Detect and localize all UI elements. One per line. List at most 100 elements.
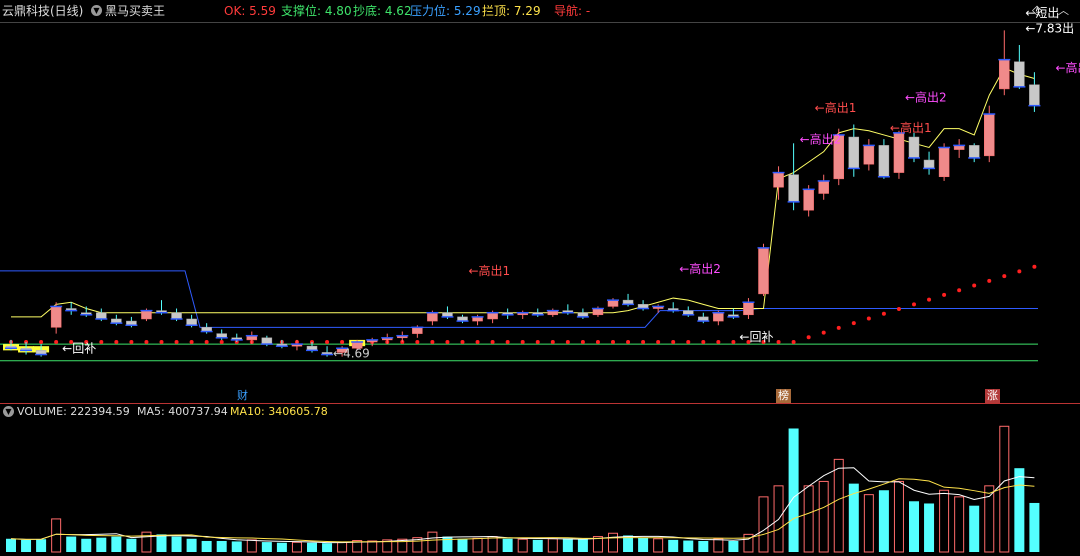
stop-dot <box>475 339 480 344</box>
stop-dot <box>701 339 706 344</box>
stop-dot <box>415 339 420 344</box>
volume-bar <box>442 536 453 552</box>
stop-dot <box>791 339 796 344</box>
candle-body <box>938 147 950 178</box>
volume-bar <box>367 540 378 553</box>
chart-annotation: ←高出2 <box>1055 60 1080 75</box>
stop-dot <box>866 316 871 321</box>
volume-bar <box>231 541 242 552</box>
volume-bar <box>758 496 769 553</box>
stop-dot <box>490 339 495 344</box>
volume-bar <box>246 539 257 553</box>
stop-dot <box>565 339 570 344</box>
stop-dot <box>219 339 224 344</box>
candle-body <box>908 136 920 159</box>
volume-bar <box>126 538 137 552</box>
candle-body <box>773 172 784 188</box>
stop-dot <box>520 339 525 344</box>
candle-body <box>713 312 724 322</box>
volume-bar <box>562 538 573 552</box>
stop-dot <box>189 339 194 344</box>
volume-bar <box>713 538 724 553</box>
candle-body <box>984 113 995 157</box>
stop-dot <box>957 288 962 293</box>
volume-bar <box>939 489 950 553</box>
stop-dot <box>671 339 676 344</box>
event-marker-cai[interactable]: 财 <box>235 389 250 403</box>
stop-dot <box>972 283 977 288</box>
volume-bar <box>261 542 272 552</box>
stop-dot <box>159 339 164 344</box>
candle-body <box>999 59 1010 90</box>
upper-band-line <box>11 67 1035 318</box>
volume-bar <box>833 458 844 553</box>
pressure-line <box>0 270 1038 328</box>
volume-bar <box>1014 468 1025 552</box>
volume-bar <box>186 538 197 552</box>
volume-bar <box>502 538 513 552</box>
stop-dot <box>144 339 149 344</box>
stop-dot <box>595 339 600 344</box>
stop-dot <box>99 339 104 344</box>
volume-bar <box>276 542 287 552</box>
volume-legend: ▼ VOLUME: 222394.59 MA5: 400737.94 MA10:… <box>0 404 1080 420</box>
stop-dot <box>325 339 330 344</box>
candle-body <box>607 299 619 307</box>
stop-dot <box>851 321 856 326</box>
volume-bar <box>156 534 167 552</box>
volume-bar <box>141 531 152 553</box>
volume-bar <box>457 538 468 552</box>
volume-bar <box>863 494 874 553</box>
stop-dot <box>114 339 119 344</box>
ma5-value: MA5: 400737.94 <box>137 405 228 418</box>
stop-dot <box>340 339 345 344</box>
stop-dot <box>1032 264 1037 269</box>
candle-body <box>758 247 769 295</box>
stop-dot <box>54 339 59 344</box>
volume-bar <box>577 539 588 552</box>
stop-dot <box>881 311 886 316</box>
volume-bar <box>803 485 814 553</box>
stop-dot <box>641 339 646 344</box>
volume-bar <box>96 537 107 552</box>
volume-bar <box>728 540 739 552</box>
volume-bar <box>969 505 980 552</box>
candle-body <box>818 180 829 194</box>
volume-bar <box>668 539 679 552</box>
candle-body <box>923 159 935 169</box>
candle-body <box>893 132 905 173</box>
volume-bar <box>36 539 47 552</box>
volume-bar <box>201 540 212 552</box>
volume-value: VOLUME: 222394.59 <box>17 405 130 418</box>
price-volume-chart: ←回补 ←4.69 ←高出1 ←高出2 ←回补 ←高出2 ←高出1 ←高出1 ←高出2 ←7.83… <box>0 6 1080 553</box>
candle-body <box>427 312 438 322</box>
stop-dot <box>836 325 841 330</box>
volume-bar <box>111 536 122 552</box>
event-marker-bang[interactable]: 榜 <box>776 389 791 403</box>
volume-bar <box>532 539 543 552</box>
volume-bar <box>653 538 664 553</box>
candle-body <box>743 302 754 316</box>
stop-dot <box>580 339 585 344</box>
chart-annotation: ←高出2 <box>679 261 721 276</box>
volume-bar <box>66 536 77 552</box>
stop-dot <box>460 339 465 344</box>
volume-bar <box>322 543 333 552</box>
volume-bar <box>547 538 558 553</box>
volume-bar <box>608 532 618 553</box>
volume-bar <box>818 480 829 553</box>
volume-bar <box>638 537 649 552</box>
chart-annotation: ←高出2 <box>800 131 842 146</box>
stop-dot <box>716 339 721 344</box>
candle-body <box>96 312 107 320</box>
candle-body <box>171 312 182 320</box>
event-marker-zhang[interactable]: 涨 <box>985 389 1000 403</box>
stop-dot <box>626 339 631 344</box>
stop-dot <box>776 339 781 344</box>
candle-body <box>141 310 152 320</box>
chevron-down-icon[interactable]: ▼ <box>3 406 14 417</box>
volume-bar <box>909 501 919 552</box>
stop-dot <box>1017 269 1022 274</box>
stop-dot <box>731 339 736 344</box>
stop-dot <box>505 339 510 344</box>
